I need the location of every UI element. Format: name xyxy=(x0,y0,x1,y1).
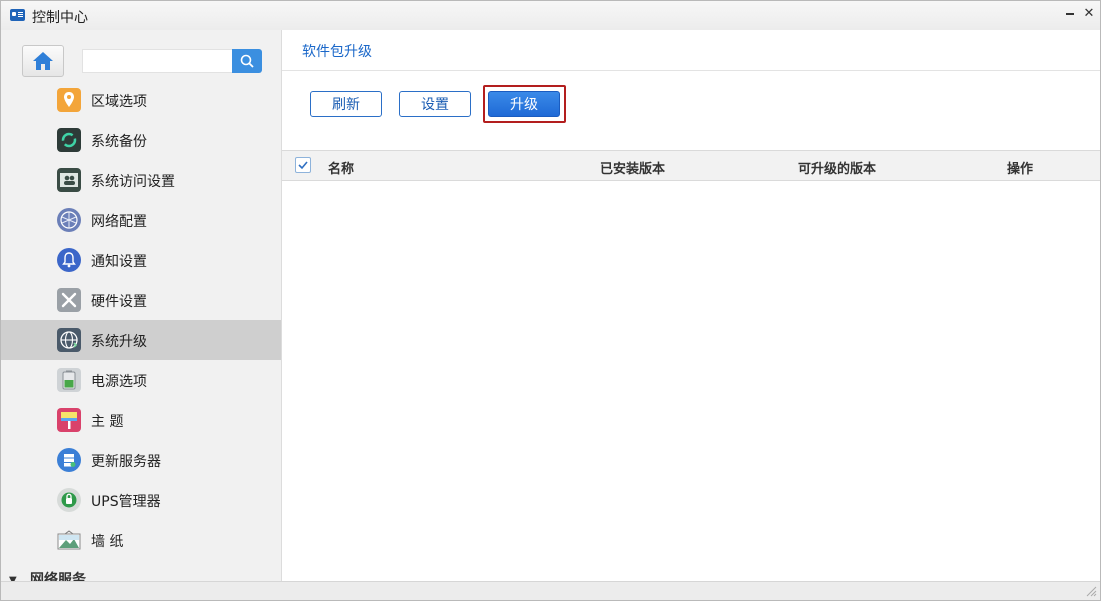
title-bar: 控制中心 ✕ xyxy=(1,1,1100,31)
users-icon xyxy=(57,168,81,192)
search-icon xyxy=(240,54,254,68)
sidebar-item-power[interactable]: 电源选项 xyxy=(1,360,281,400)
home-button[interactable] xyxy=(22,45,64,77)
location-pin-icon xyxy=(57,88,81,112)
minimize-icon[interactable] xyxy=(1063,7,1077,21)
sidebar-item-label: 硬件设置 xyxy=(91,294,147,310)
network-globe-icon xyxy=(57,208,81,232)
resize-grip-icon[interactable] xyxy=(1085,585,1097,597)
sidebar-item-network[interactable]: 网络配置 xyxy=(1,200,281,240)
sidebar-item-backup[interactable]: 系统备份 xyxy=(1,120,281,160)
battery-icon xyxy=(57,368,81,392)
sidebar: 区域选项 系统备份 系统访问设置 网络配置 通知设置 硬件设置 系统升级 电源选… xyxy=(1,30,282,581)
sidebar-item-label: 系统升级 xyxy=(91,334,147,350)
title-divider xyxy=(282,70,1100,71)
main-panel: 软件包升级 刷新 设置 升级 名称 已安装版本 可升级的版本 操作 xyxy=(282,30,1100,581)
sidebar-item-label: 网络配置 xyxy=(91,214,147,230)
sidebar-item-notification[interactable]: 通知设置 xyxy=(1,240,281,280)
control-center-app-icon xyxy=(10,9,25,21)
sidebar-item-label: 系统备份 xyxy=(91,134,147,150)
window-title: 控制中心 xyxy=(32,10,88,26)
sidebar-item-access[interactable]: 系统访问设置 xyxy=(1,160,281,200)
sidebar-item-wallpaper[interactable]: 墙 纸 xyxy=(1,520,281,560)
sidebar-item-theme[interactable]: 主 题 xyxy=(1,400,281,440)
column-header-name[interactable]: 名称 xyxy=(328,158,354,177)
ups-icon xyxy=(57,488,81,512)
settings-button[interactable]: 设置 xyxy=(399,91,471,117)
refresh-button[interactable]: 刷新 xyxy=(310,91,382,117)
sidebar-item-label: 区域选项 xyxy=(91,94,147,110)
column-header-actions[interactable]: 操作 xyxy=(1007,158,1033,177)
sidebar-item-label: 主 题 xyxy=(91,414,124,430)
sidebar-section-network-services[interactable]: 网络服务 xyxy=(30,569,86,581)
sidebar-item-label: 系统访问设置 xyxy=(91,174,175,190)
sidebar-item-update-server[interactable]: 更新服务器 xyxy=(1,440,281,480)
search-button[interactable] xyxy=(232,49,262,73)
globe-upgrade-icon xyxy=(57,328,81,352)
server-icon xyxy=(57,448,81,472)
sidebar-item-label: 墙 纸 xyxy=(91,534,124,550)
tools-icon xyxy=(57,288,81,312)
backup-icon xyxy=(57,128,81,152)
home-icon xyxy=(33,52,53,70)
control-center-window: 控制中心 ✕ 区域选项 系统备份 系统访问设置 网络配置 通知设置 硬件设置 系… xyxy=(0,0,1101,601)
column-header-installed-version[interactable]: 已安装版本 xyxy=(600,158,665,177)
bell-icon xyxy=(57,248,81,272)
select-all-checkbox[interactable] xyxy=(295,157,311,173)
wallpaper-icon xyxy=(57,528,81,552)
paint-roller-icon xyxy=(57,408,81,432)
sidebar-item-hardware[interactable]: 硬件设置 xyxy=(1,280,281,320)
sidebar-item-label: 电源选项 xyxy=(91,374,147,390)
sidebar-item-label: 更新服务器 xyxy=(91,454,161,470)
close-icon[interactable]: ✕ xyxy=(1082,7,1096,21)
checkmark-icon xyxy=(298,161,308,170)
sidebar-item-label: 通知设置 xyxy=(91,254,147,270)
sidebar-item-system-upgrade[interactable]: 系统升级 xyxy=(1,320,281,360)
sidebar-item-label: UPS管理器 xyxy=(91,494,161,510)
sidebar-item-region[interactable]: 区域选项 xyxy=(1,80,281,120)
sidebar-search-input[interactable] xyxy=(82,49,234,73)
status-bar xyxy=(1,581,1100,600)
column-header-upgradable-version[interactable]: 可升级的版本 xyxy=(798,158,876,177)
page-title: 软件包升级 xyxy=(302,44,372,60)
upgrade-button[interactable]: 升级 xyxy=(488,91,560,117)
packages-table-header: 名称 已安装版本 可升级的版本 操作 xyxy=(282,150,1100,181)
sidebar-item-ups[interactable]: UPS管理器 xyxy=(1,480,281,520)
